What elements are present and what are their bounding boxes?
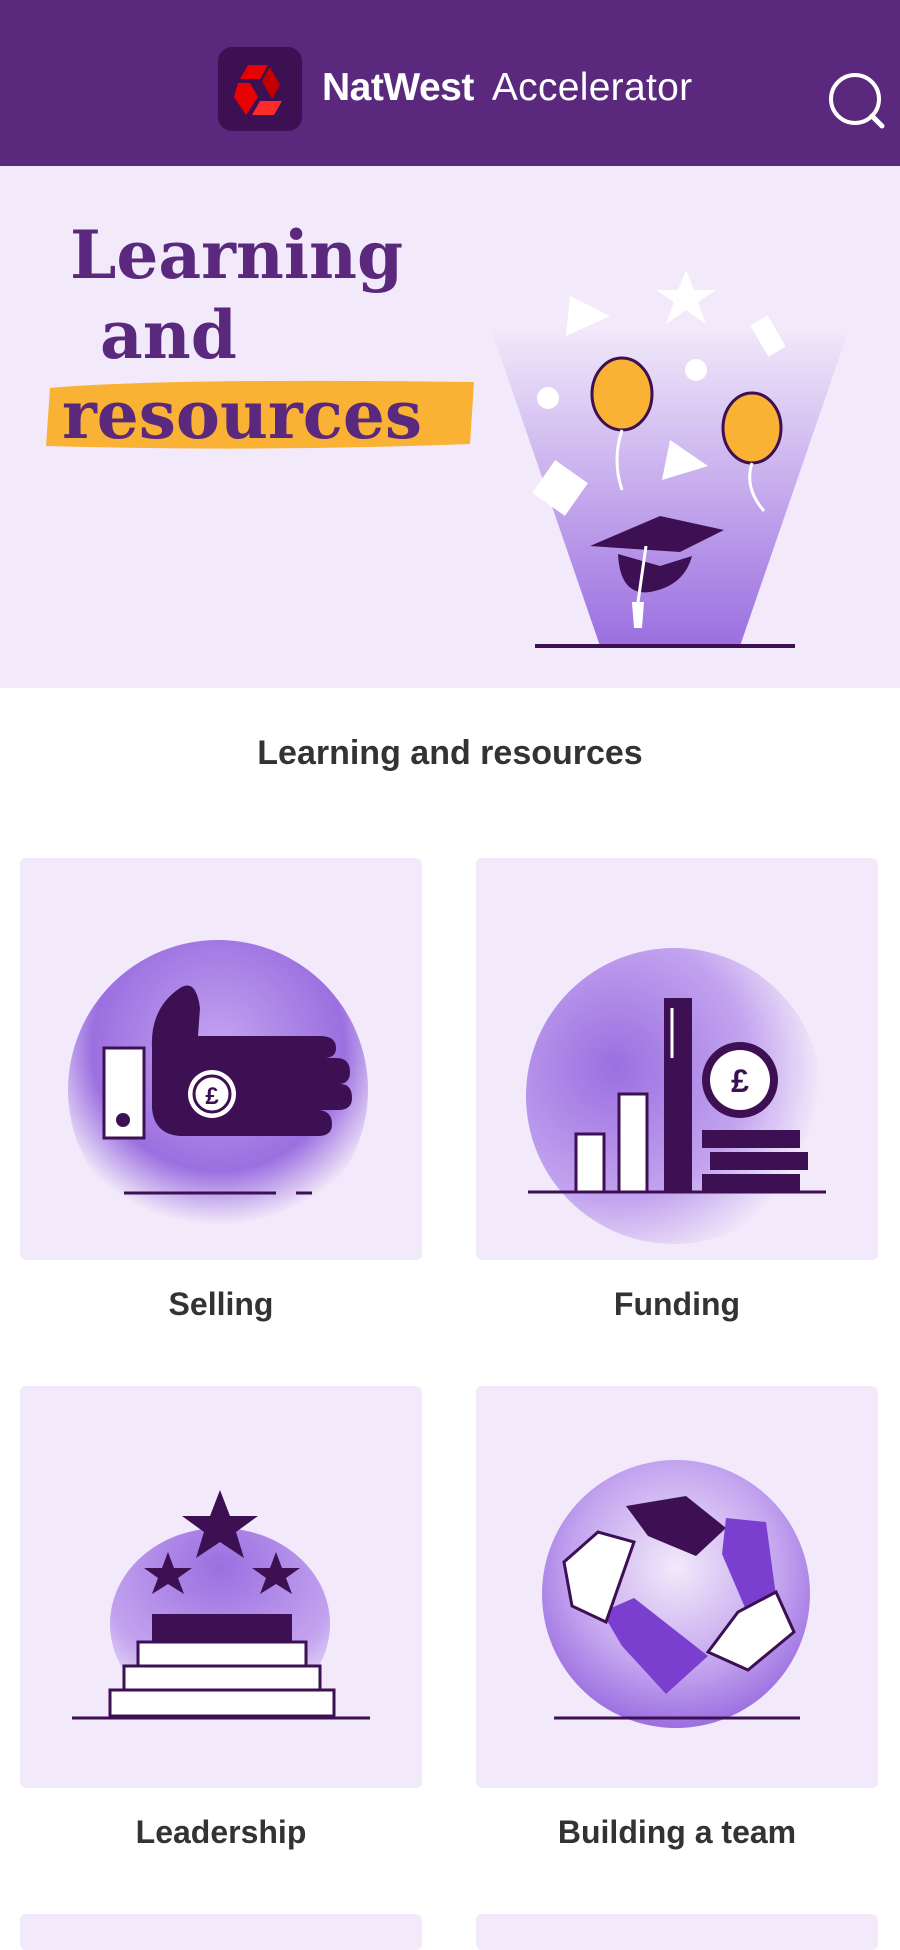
card-selling[interactable]: £ [20,858,422,1260]
confetti-dot [537,387,559,409]
section-title: Learning and resources [257,734,643,772]
card-leadership[interactable] [20,1386,422,1788]
card-funding[interactable]: £ [476,858,878,1260]
svg-text:£: £ [731,1063,749,1099]
card-partial-left[interactable] [20,1914,422,1950]
card-label-selling[interactable]: Selling [20,1286,422,1323]
brand-natwest: NatWest [322,66,474,109]
hero-title-line-1: Learning [70,216,404,294]
confetti-dot [685,359,707,381]
card-label-leadership[interactable]: Leadership [20,1814,422,1851]
card-label-building-a-team[interactable]: Building a team [476,1814,878,1851]
natwest-logo[interactable] [218,47,302,131]
card-partial-right[interactable] [476,1914,878,1950]
hand-coin-icon: £ [68,940,368,1240]
hero-title-line-2: and [100,296,237,374]
card-building-a-team[interactable] [476,1386,878,1788]
search-icon [829,73,885,129]
hero-title-line-3: resources [62,376,423,454]
confetti-star [656,270,716,324]
hero-title: Learning and resources [0,166,500,466]
svg-text:£: £ [205,1083,219,1110]
bar-chart-coins-icon: £ [526,948,826,1244]
brand-accelerator: Accelerator [491,66,693,109]
hero-banner: Learning and resources [0,166,900,688]
podium-stars-icon [72,1490,370,1720]
brand-name: NatWest Accelerator [322,62,692,114]
natwest-logo-icon [234,65,282,115]
card-label-funding[interactable]: Funding [476,1286,878,1323]
search-button[interactable] [826,70,888,132]
linked-hands-icon [542,1460,810,1728]
app-header: NatWest Accelerator [0,0,900,166]
graduation-illustration [490,270,850,648]
